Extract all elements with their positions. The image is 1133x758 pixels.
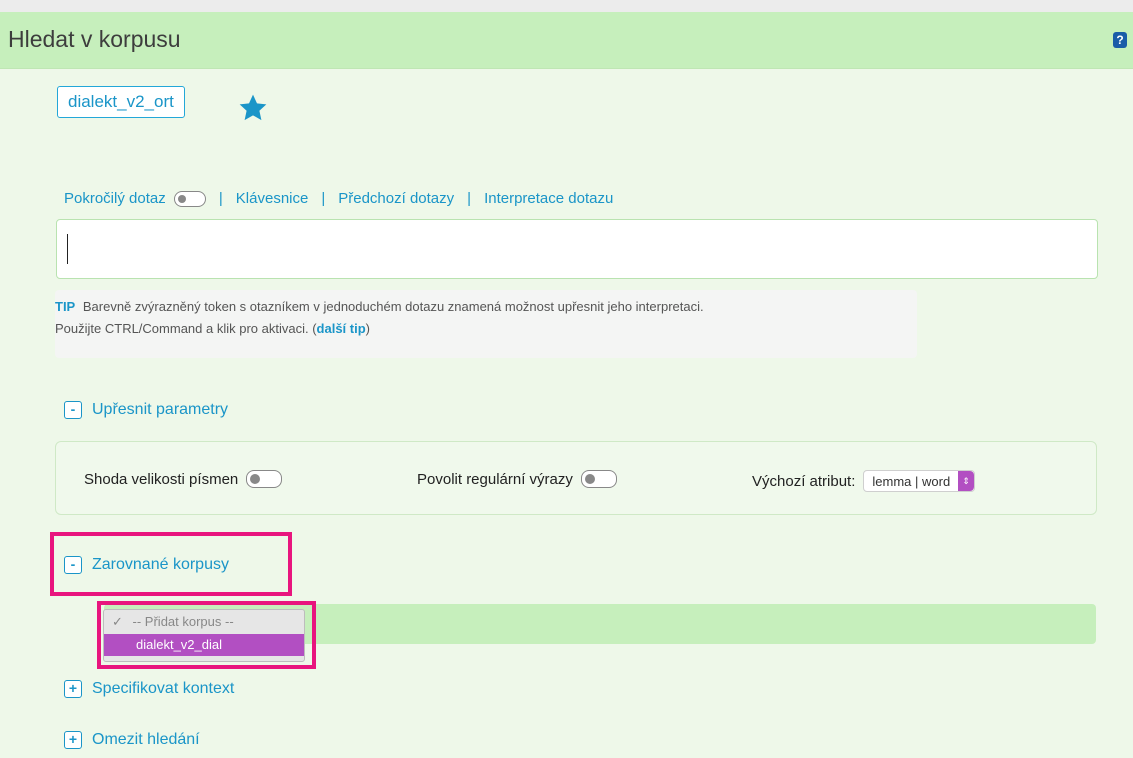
page-title: Hledat v korpusu bbox=[8, 26, 181, 52]
collapse-icon: - bbox=[64, 401, 82, 419]
default-attribute-select[interactable]: lemma | word ⇕ bbox=[863, 470, 976, 492]
tip-label: TIP bbox=[55, 299, 76, 314]
help-icon[interactable]: ? bbox=[1113, 32, 1127, 48]
panel-header: Hledat v korpusu ? bbox=[0, 12, 1133, 69]
section-label: Zarovnané korpusy bbox=[92, 556, 229, 573]
divider: | bbox=[467, 190, 472, 208]
param-label: Povolit regulární výrazy bbox=[417, 470, 573, 488]
case-sensitivity-toggle[interactable] bbox=[246, 470, 283, 488]
specify-context-section-toggle[interactable]: + Specifikovat kontext bbox=[64, 680, 234, 698]
expand-icon: + bbox=[64, 731, 82, 749]
param-label: Shoda velikosti písmen bbox=[84, 470, 239, 488]
select-arrows-icon: ⇕ bbox=[958, 471, 975, 491]
query-interpretation-link[interactable]: Interpretace dotazu bbox=[484, 190, 613, 207]
section-label: Upřesnit parametry bbox=[92, 401, 229, 418]
aligned-corpora-section-toggle[interactable]: - Zarovnané korpusy bbox=[64, 556, 229, 574]
tip-text-suffix: ) bbox=[365, 321, 370, 336]
param-label: Výchozí atribut: bbox=[752, 472, 856, 490]
query-input[interactable] bbox=[56, 219, 1098, 279]
tip-text-line2: Použijte CTRL/Command a klik pro aktivac… bbox=[55, 321, 317, 336]
divider: | bbox=[218, 190, 223, 208]
regex-param: Povolit regulární výrazy bbox=[417, 470, 617, 488]
next-tip-link[interactable]: další tip bbox=[317, 321, 366, 336]
keyboard-link[interactable]: Klávesnice bbox=[236, 190, 309, 207]
advanced-query-toggle[interactable] bbox=[173, 191, 206, 208]
regex-toggle[interactable] bbox=[580, 470, 617, 488]
section-label: Omezit hledání bbox=[92, 731, 200, 748]
select-value: lemma | word bbox=[872, 473, 951, 489]
advanced-query-link[interactable]: Pokročilý dotaz bbox=[64, 190, 206, 208]
top-strip bbox=[0, 0, 1133, 12]
corpus-selector-button[interactable]: dialekt_v2_ort bbox=[57, 86, 185, 118]
divider: | bbox=[321, 190, 326, 208]
tip-box: TIP Barevně zvýrazněný token s otazníkem… bbox=[55, 290, 917, 358]
query-links: Pokročilý dotaz | Klávesnice | Předchozí… bbox=[64, 190, 613, 208]
expand-icon: + bbox=[64, 680, 82, 698]
collapse-icon: - bbox=[64, 556, 82, 574]
params-panel: Shoda velikosti písmen Povolit regulární… bbox=[55, 441, 1097, 515]
default-attribute-param: Výchozí atribut: lemma | word ⇕ bbox=[752, 470, 976, 492]
previous-queries-link[interactable]: Předchozí dotazy bbox=[338, 190, 454, 207]
section-label: Specifikovat kontext bbox=[92, 680, 235, 697]
text-caret bbox=[67, 234, 68, 264]
highlight-box bbox=[97, 601, 316, 669]
case-sensitivity-param: Shoda velikosti písmen bbox=[84, 470, 283, 488]
favorite-star-icon[interactable] bbox=[237, 92, 269, 124]
tip-text-line1: Barevně zvýrazněný token s otazníkem v j… bbox=[82, 299, 704, 314]
refine-params-section-toggle[interactable]: - Upřesnit parametry bbox=[64, 401, 228, 419]
restrict-search-section-toggle[interactable]: + Omezit hledání bbox=[64, 731, 200, 749]
